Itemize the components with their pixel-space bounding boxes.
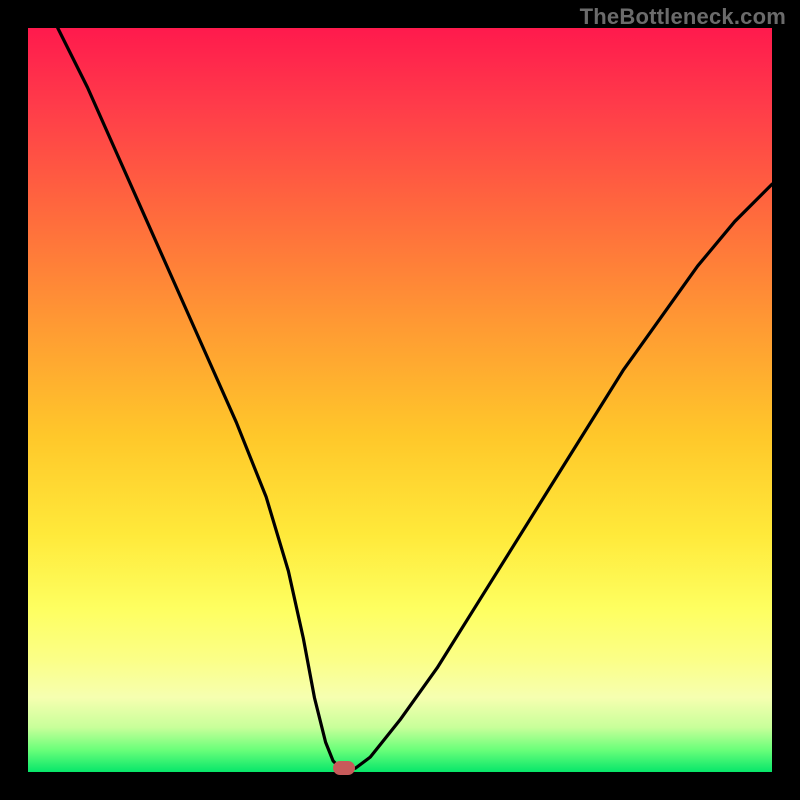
plot-area: [28, 28, 772, 772]
bottleneck-curve: [28, 28, 772, 772]
optimal-point-marker: [333, 761, 355, 775]
watermark-text: TheBottleneck.com: [580, 4, 786, 30]
chart-frame: TheBottleneck.com: [0, 0, 800, 800]
